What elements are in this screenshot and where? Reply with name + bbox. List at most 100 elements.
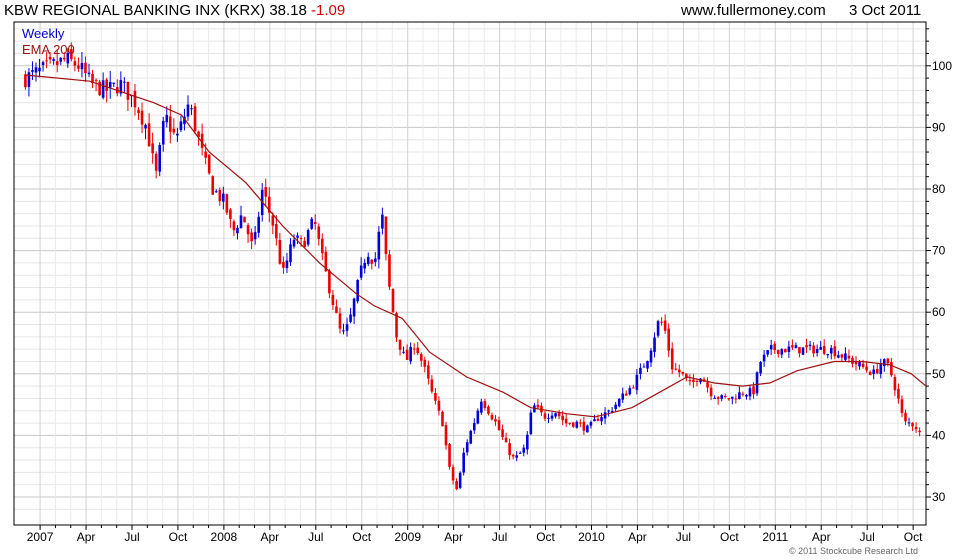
candle-body	[872, 369, 875, 374]
price-chart: 30 40 50 60 70 80 90 100 2007 Apr Jul Oct 2008 Apr Ju…	[13, 21, 952, 544]
candle-body	[469, 430, 473, 444]
weekly-candle	[112, 82, 116, 88]
weekly-candle	[91, 69, 94, 89]
weekly-candle	[639, 363, 642, 380]
candle-body	[858, 361, 861, 367]
candle-body	[748, 388, 752, 397]
weekly-candle	[59, 57, 63, 66]
x-tick-label: Jul	[492, 530, 507, 544]
candle-body	[331, 294, 335, 305]
candle-body	[798, 347, 801, 354]
weekly-candle	[278, 232, 282, 265]
candle-body	[320, 238, 324, 254]
candle-body	[126, 81, 130, 100]
candle-body	[822, 346, 826, 354]
candle-body	[741, 393, 745, 395]
candle-body	[133, 90, 137, 108]
y-tick-label: 80	[932, 182, 946, 196]
candle-body	[497, 420, 501, 431]
candle-body	[94, 79, 98, 81]
weekly-candle	[741, 391, 745, 397]
candle-body	[77, 65, 80, 69]
weekly-candle	[356, 279, 359, 304]
candle-body	[359, 265, 363, 278]
weekly-candle	[536, 399, 540, 410]
weekly-candle	[186, 95, 190, 121]
candle-body	[193, 106, 197, 132]
legend-weekly: Weekly	[22, 26, 65, 41]
candle-body	[250, 232, 253, 242]
weekly-candle	[289, 238, 292, 267]
weekly-candle	[723, 393, 727, 399]
candle-body	[366, 256, 370, 265]
x-tick-label: Oct	[904, 530, 923, 544]
weekly-candle	[766, 350, 769, 357]
candle-body	[24, 74, 27, 88]
weekly-candle	[504, 432, 508, 443]
weekly-candle	[617, 397, 621, 408]
candle-body	[374, 258, 377, 262]
candle-body	[791, 345, 794, 348]
weekly-candle	[907, 417, 911, 427]
weekly-candle	[593, 414, 596, 422]
weekly-candle	[579, 419, 582, 428]
candle-body	[427, 365, 430, 379]
weekly-candle	[875, 363, 879, 375]
weekly-candle	[218, 187, 222, 206]
candle-body	[356, 279, 359, 302]
candle-body	[794, 345, 798, 349]
candle-body	[727, 398, 731, 400]
weekly-candle	[571, 421, 575, 429]
candle-body	[812, 345, 815, 354]
weekly-candle	[123, 77, 126, 94]
candle-body	[55, 61, 59, 66]
candle-body	[402, 351, 405, 353]
weekly-candle	[384, 216, 388, 261]
candle-body	[246, 225, 250, 235]
candle-body	[430, 379, 434, 392]
candle-body	[688, 380, 692, 382]
candle-body	[169, 116, 172, 132]
x-tick-label: Jul	[860, 530, 875, 544]
weekly-candle	[388, 249, 391, 290]
weekly-candle	[285, 252, 289, 274]
weekly-candle	[508, 438, 511, 460]
candle-body	[105, 79, 108, 92]
candle-body	[222, 193, 225, 202]
weekly-candle	[674, 362, 678, 371]
candle-body	[306, 230, 310, 245]
candle-body	[670, 348, 674, 370]
weekly-candle	[480, 398, 483, 415]
weekly-candle	[282, 256, 285, 274]
weekly-candle	[582, 416, 586, 435]
candle-body	[681, 371, 685, 374]
weekly-candle	[709, 384, 713, 401]
weekly-candle	[847, 349, 851, 363]
weekly-candle	[338, 307, 342, 334]
weekly-candle	[229, 207, 232, 228]
weekly-candle	[352, 297, 356, 325]
candle-body	[345, 324, 349, 331]
weekly-candle	[886, 357, 890, 367]
candle-body	[253, 232, 257, 240]
candle-body	[441, 411, 444, 427]
weekly-candle	[381, 207, 384, 235]
weekly-candle	[370, 258, 374, 270]
weekly-candle	[427, 360, 430, 385]
candle-body	[218, 189, 222, 202]
weekly-candle	[458, 471, 462, 490]
weekly-candle	[306, 228, 310, 247]
candle-body	[568, 422, 572, 424]
weekly-candle	[264, 178, 268, 207]
candle-body	[352, 298, 356, 317]
weekly-candle	[374, 252, 377, 267]
weekly-candle	[24, 70, 27, 90]
x-tick-label: Jul	[676, 530, 691, 544]
weekly-candle	[511, 453, 515, 460]
candle-body	[709, 387, 713, 397]
weekly-candle	[738, 386, 741, 400]
weekly-candle	[472, 418, 476, 434]
weekly-candle	[119, 71, 123, 97]
candle-body	[890, 362, 893, 376]
candle-body	[621, 393, 625, 400]
